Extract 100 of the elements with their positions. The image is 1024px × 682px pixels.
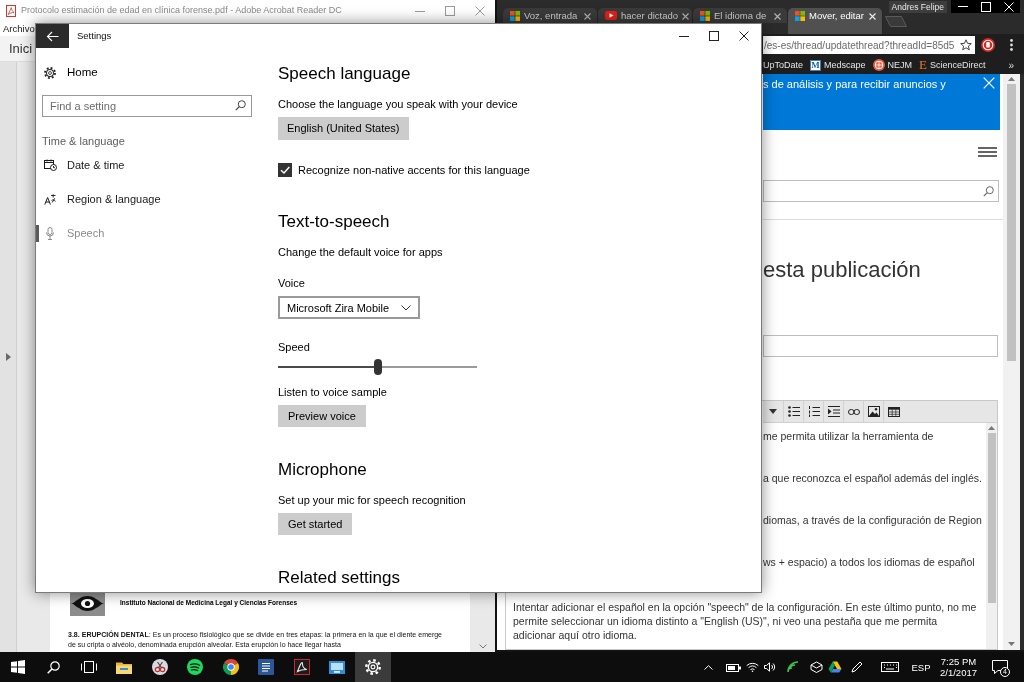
input-language[interactable]: ESP (911, 661, 931, 673)
search-icon[interactable] (235, 100, 246, 111)
field-label: Voice (278, 276, 306, 292)
four-squares-icon (795, 11, 805, 21)
kebab-menu-icon[interactable] (1010, 39, 1013, 51)
banner-text: s de análisis y para recibir anuncios y (763, 77, 946, 91)
page-heading: esta publicación (763, 257, 922, 283)
four-squares-icon (700, 11, 710, 21)
slider-thumb[interactable] (373, 359, 382, 376)
pen-icon[interactable] (851, 661, 863, 673)
gear-icon[interactable] (43, 66, 56, 79)
battery-icon[interactable] (726, 662, 741, 672)
field-label: Listen to voice sample (278, 385, 388, 401)
menu-item[interactable]: Archivo (3, 23, 35, 35)
scrollbar[interactable] (1003, 74, 1020, 650)
search-field[interactable] (763, 180, 999, 202)
scrollbar[interactable] (986, 423, 997, 649)
browser-tab[interactable]: Mover, editar (788, 8, 883, 34)
menu-icon[interactable] (978, 147, 997, 157)
search-icon[interactable] (46, 660, 60, 674)
segmented-circle-icon[interactable] (222, 659, 239, 675)
scrollbar-thumb[interactable] (987, 433, 996, 603)
back-button[interactable] (36, 24, 69, 48)
triangle-icon[interactable] (828, 661, 842, 673)
nav-item[interactable]: Date & time (36, 148, 261, 182)
browser-tab[interactable]: El idioma de (693, 8, 788, 23)
indent-icon[interactable] (827, 406, 840, 417)
editor-text: me permita utilizar la herramienta de (763, 429, 935, 443)
bookmark[interactable]: UpToDate (763, 59, 804, 71)
checkbox[interactable] (278, 163, 292, 178)
nav-item[interactable]: Speech (36, 216, 261, 250)
back-arrow-icon[interactable] (46, 30, 59, 42)
star-icon[interactable] (960, 39, 972, 51)
notification-icon[interactable] (992, 660, 1008, 674)
nav-item[interactable]: Region & language (36, 182, 261, 216)
scissors-icon[interactable] (151, 659, 168, 675)
image-icon[interactable] (867, 406, 880, 417)
profile-button[interactable]: Andres Felipe (888, 1, 947, 13)
numbered-list-icon[interactable] (807, 406, 820, 417)
taskbar-button[interactable] (355, 652, 391, 682)
folder-icon[interactable] (116, 660, 133, 674)
search-field[interactable]: Find a setting (42, 95, 252, 117)
keyboard-icon[interactable] (881, 662, 899, 672)
section-heading: Speech language (278, 63, 412, 85)
chevron-down-icon[interactable] (401, 304, 412, 311)
scroll-down-icon[interactable] (1008, 642, 1015, 646)
volume-icon[interactable] (764, 662, 776, 672)
editor-text: diomas, a través de la configuración de Region (763, 513, 983, 527)
bookmark[interactable]: NEJM (872, 59, 913, 71)
sound-waves-icon[interactable] (187, 659, 204, 675)
description-text: Set up your mic for speech recognition (278, 493, 467, 509)
four-squares-icon (510, 11, 520, 21)
swoosh-tile-icon[interactable] (293, 659, 310, 675)
window-title: Protocolo estimación de edad en clínica forense.pdf - Adobe Acrobat Reader DC (21, 5, 342, 17)
microphone-icon[interactable] (46, 226, 54, 240)
toolbar-tab[interactable]: Inici (9, 40, 33, 57)
window-tile-icon[interactable] (329, 660, 346, 674)
window-title: Settings (77, 29, 112, 43)
maximize-icon[interactable] (709, 31, 719, 41)
clock-date[interactable]: 2/1/2017 (940, 667, 977, 678)
address-bar[interactable]: /es-es/thread/updatethread?threadId=85d5 (763, 36, 975, 54)
bulleted-list-icon[interactable] (787, 406, 800, 417)
clock-time[interactable]: 7:25 PM (940, 656, 977, 667)
round-badge-icon[interactable] (981, 38, 995, 52)
group-heading: Time & language (42, 134, 126, 148)
field-label: Speed (278, 340, 311, 356)
pdf-icon (6, 5, 16, 17)
chevron-up-icon[interactable] (704, 664, 713, 670)
table-icon[interactable] (887, 406, 900, 417)
scrollbar-thumb[interactable] (1007, 84, 1016, 361)
task-view-icon[interactable] (80, 661, 97, 673)
bookmark[interactable]: E ScienceDirect (919, 59, 986, 71)
box-icon[interactable] (810, 661, 823, 673)
minimize-icon[interactable] (679, 35, 689, 37)
text-input[interactable] (763, 335, 998, 357)
settings-icon[interactable] (364, 659, 381, 675)
bookmark[interactable]: M Medscape (810, 59, 866, 71)
action-button[interactable]: Get started (278, 513, 353, 536)
scroll-up-icon[interactable] (988, 426, 995, 430)
scroll-up-icon[interactable] (1008, 77, 1015, 81)
caret-icon[interactable] (769, 409, 777, 414)
letter-logo: E (919, 59, 927, 71)
close-icon[interactable] (584, 13, 591, 20)
browser-tab[interactable]: Voz, entrada (503, 8, 598, 23)
calendar-clock-icon[interactable] (43, 159, 57, 171)
dropdown[interactable]: Microsoft Zira Mobile (278, 296, 421, 320)
home-link[interactable]: Home (36, 64, 98, 81)
description-text: Choose the language you speak with your device (278, 97, 519, 112)
document-tile-icon[interactable] (258, 659, 275, 675)
four-panes-icon[interactable] (10, 660, 25, 674)
language-icon[interactable] (44, 193, 56, 205)
signal-icon[interactable] (786, 661, 801, 673)
more-bookmarks-button[interactable]: » (1008, 59, 1014, 71)
link-icon[interactable] (847, 408, 860, 415)
letter-logo: M (810, 59, 822, 71)
browser-tab[interactable]: hacer dictado (598, 8, 693, 23)
wifi-icon[interactable] (746, 662, 759, 672)
caret-right-icon[interactable] (5, 353, 11, 361)
action-button[interactable]: Preview voice (278, 405, 366, 428)
close-icon[interactable] (739, 31, 749, 41)
